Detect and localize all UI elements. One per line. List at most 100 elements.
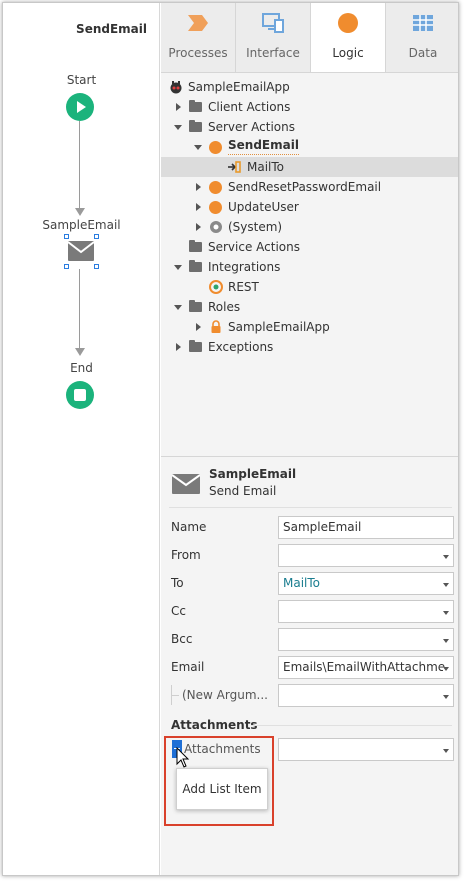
property-cc: Cc (161, 598, 458, 626)
tree-item-integrations[interactable]: Integrations (161, 257, 458, 277)
selection-handle[interactable] (64, 264, 69, 269)
tree-item-root[interactable]: SampleEmailApp (161, 77, 458, 97)
attachments-section-title: Attachments (171, 718, 258, 732)
tab-interface[interactable]: Interface (236, 3, 311, 72)
play-icon (77, 101, 86, 113)
tab-label: Interface (246, 46, 300, 60)
tab-label: Logic (332, 46, 364, 60)
field-value: Emails\EmailWithAttachme (283, 660, 446, 674)
folder-icon (189, 240, 202, 252)
from-input[interactable] (278, 544, 454, 567)
tab-processes[interactable]: Processes (161, 3, 236, 72)
processes-icon (188, 15, 208, 31)
chevron-right-icon[interactable] (176, 343, 181, 351)
flow-connector-1 (79, 121, 80, 209)
system-icon (210, 221, 222, 233)
tab-label: Processes (168, 46, 228, 60)
chevron-down-icon[interactable] (174, 125, 182, 130)
stop-icon (74, 389, 86, 401)
tree-item-send-email[interactable]: SendEmail (161, 137, 458, 157)
logic-icon (338, 13, 358, 33)
app-icon (170, 81, 182, 94)
start-node[interactable] (66, 93, 94, 121)
name-input[interactable]: SampleEmail (278, 516, 454, 539)
tree-item-label: Roles (208, 300, 241, 314)
cc-input[interactable] (278, 600, 454, 623)
chevron-right-icon[interactable] (176, 103, 181, 111)
chevron-down-icon[interactable] (443, 667, 449, 671)
tab-data[interactable]: Data (386, 3, 458, 72)
lock-icon (211, 320, 221, 333)
tree-item-system[interactable]: (System) (161, 217, 458, 237)
tree-item-server-actions[interactable]: Server Actions (161, 117, 458, 137)
chevron-down-icon[interactable] (443, 583, 449, 587)
flow-canvas[interactable]: SendEmail Start SampleEmail End (3, 3, 160, 875)
property-label: From (171, 548, 201, 562)
divider (251, 725, 452, 726)
tree-item-send-reset-password-email[interactable]: SendResetPasswordEmail (161, 177, 458, 197)
rest-icon (209, 280, 223, 294)
tree-item-service-actions[interactable]: Service Actions (161, 237, 458, 257)
property-bcc: Bcc (161, 626, 458, 654)
tab-logic[interactable]: Logic (311, 3, 386, 72)
property-label: (New Argum... (182, 688, 268, 702)
chevron-right-icon[interactable] (196, 223, 201, 231)
property-email: Email Emails\EmailWithAttachme (161, 654, 458, 682)
input-parameter-icon (228, 161, 241, 173)
tab-label: Data (408, 46, 438, 60)
bcc-input[interactable] (278, 628, 454, 651)
chevron-down-icon[interactable] (174, 305, 182, 310)
folder-icon (189, 100, 202, 112)
property-label: Email (171, 660, 205, 674)
selection-handle[interactable] (94, 264, 99, 269)
selection-handle[interactable] (64, 234, 69, 239)
chevron-right-icon[interactable] (196, 323, 201, 331)
tree-item-mail-to[interactable]: MailTo (161, 157, 458, 177)
chevron-down-icon[interactable] (443, 555, 449, 559)
tree-item-label: Integrations (208, 260, 281, 274)
chevron-down-icon[interactable] (443, 695, 449, 699)
field-value: MailTo (283, 576, 321, 590)
tree-item-label: SampleEmailApp (188, 80, 290, 94)
chevron-down-icon[interactable] (194, 145, 202, 150)
chevron-right-icon[interactable] (196, 183, 201, 191)
attachments-input[interactable] (278, 738, 454, 761)
tree-item-label: SendResetPasswordEmail (228, 180, 382, 194)
send-email-node[interactable] (67, 239, 95, 263)
property-to: To MailTo (161, 570, 458, 598)
tree-item-rest[interactable]: REST (161, 277, 458, 297)
tree-item-roles[interactable]: Roles (161, 297, 458, 317)
chevron-down-icon[interactable] (443, 611, 449, 615)
email-input[interactable]: Emails\EmailWithAttachme (278, 656, 454, 679)
property-label: Cc (171, 604, 186, 618)
server-action-icon (209, 181, 222, 194)
tree-item-role-app[interactable]: SampleEmailApp (161, 317, 458, 337)
tree-item-client-actions[interactable]: Client Actions (161, 97, 458, 117)
tree-item-label: SendEmail (228, 137, 299, 155)
folder-open-icon (189, 300, 202, 312)
tab-bar: Processes Interface Logic Data (161, 3, 458, 73)
menu-item-add-list-item[interactable]: Add List Item (182, 782, 261, 796)
tree-item-label: REST (228, 280, 259, 294)
tree-item-label: Service Actions (208, 240, 300, 254)
start-label: Start (66, 73, 97, 87)
tree-item-exceptions[interactable]: Exceptions (161, 337, 458, 357)
chevron-right-icon[interactable] (196, 203, 201, 211)
chevron-down-icon[interactable] (174, 265, 182, 270)
property-label: To (171, 576, 184, 590)
new-argument-input[interactable] (278, 684, 454, 707)
interface-icon (262, 13, 284, 33)
end-node[interactable] (66, 381, 94, 409)
folder-icon (189, 340, 202, 352)
chevron-down-icon[interactable] (443, 749, 449, 753)
folder-open-icon (189, 260, 202, 272)
chevron-down-icon[interactable] (443, 639, 449, 643)
property-name: Name SampleEmail (161, 514, 458, 542)
tree-item-update-user[interactable]: UpdateUser (161, 197, 458, 217)
to-input[interactable]: MailTo (278, 572, 454, 595)
selection-handle[interactable] (94, 234, 99, 239)
server-action-icon (209, 141, 222, 154)
properties-subtitle: Send Email (209, 484, 277, 498)
property-new-argument: (New Argum... (161, 682, 458, 710)
flow-title: SendEmail (76, 22, 147, 36)
